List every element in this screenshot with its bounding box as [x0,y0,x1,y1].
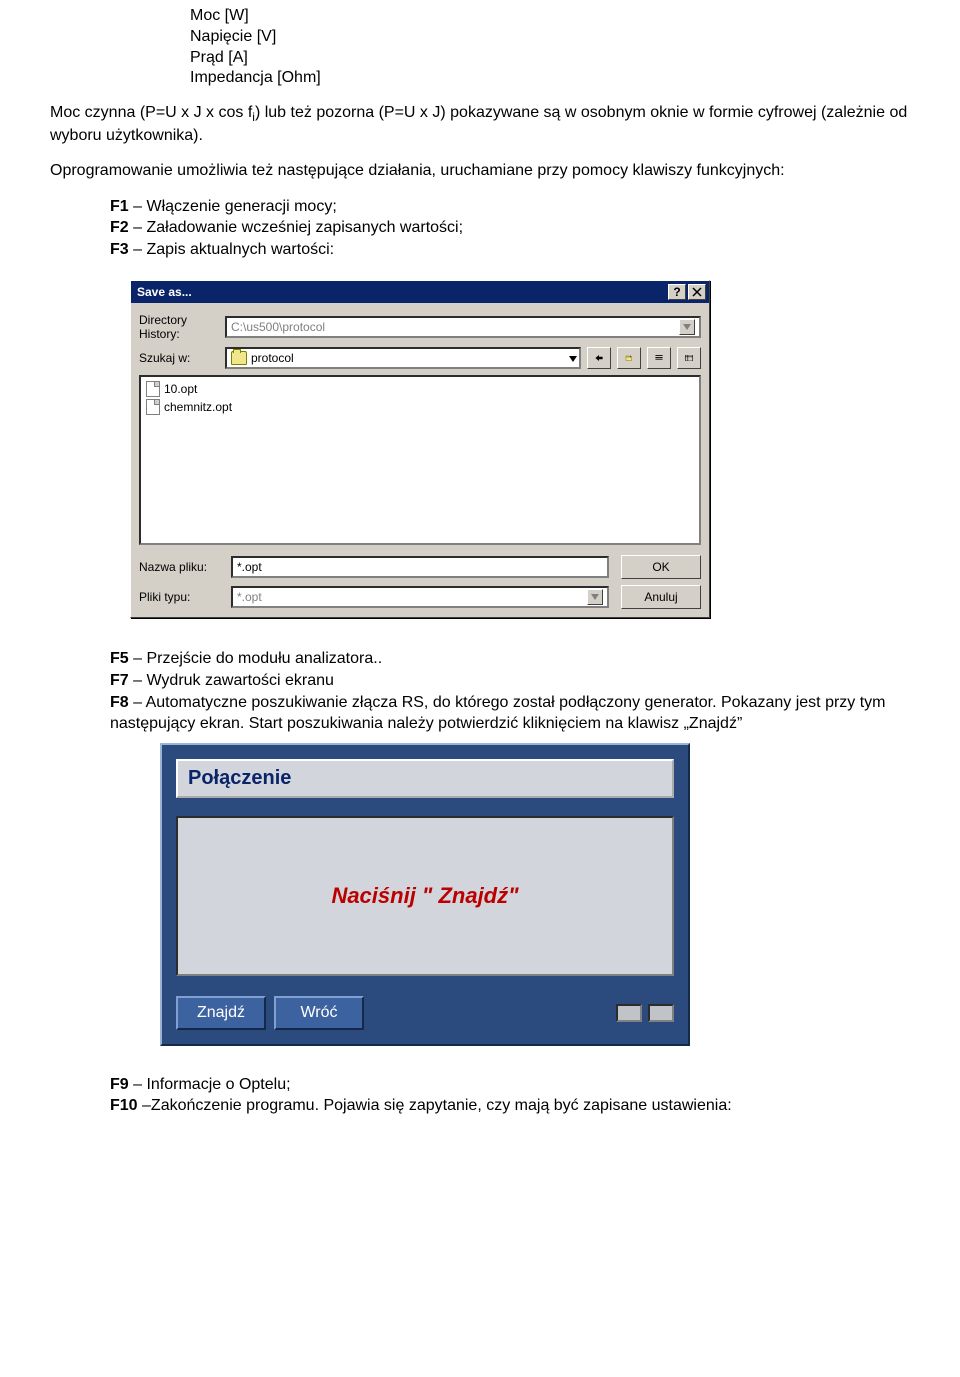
connection-message: Naciśnij " Znajdź" [176,816,674,976]
connection-dialog: Połączenie Naciśnij " Znajdź" Znajdź Wró… [160,743,690,1046]
list-item: Impedancja [Ohm] [190,68,910,89]
function-key-list-3: F9 – Informacje o Optelu; F10 –Zakończen… [110,1074,910,1117]
directory-history-label: Directory History: [139,313,219,341]
key-desc: – Załadowanie wcześniej zapisanych warto… [129,219,463,236]
filename-label: Nazwa pliku: [139,560,231,574]
f9-item: F9 – Informacje o Optelu; [110,1074,910,1096]
file-icon [146,399,160,415]
key-desc: – Informacje o Optelu; [129,1076,291,1093]
back-button[interactable]: Wróć [274,996,364,1030]
key-label: F10 [110,1097,138,1114]
help-button[interactable]: ? [668,284,686,300]
file-item[interactable]: chemnitz.opt [144,398,696,416]
file-name: 10.opt [164,382,197,396]
chevron-down-icon [569,351,577,365]
status-indicator [648,1004,674,1022]
list-icon [655,355,663,361]
close-icon [692,287,702,297]
file-name: chemnitz.opt [164,400,232,414]
view-list-button[interactable] [647,347,671,369]
input-value: *.opt [237,560,262,574]
combo-value: protocol [247,351,569,365]
arrow-left-icon [595,355,603,361]
function-key-list-1: F1 – Włączenie generacji mocy; F2 – Zała… [110,196,910,261]
connection-title: Połączenie [176,759,674,798]
directory-history-combo[interactable]: C:\us500\protocol [225,316,701,338]
f5-item: F5 – Przejście do modułu analizatora.. [110,648,910,670]
f1-item: F1 – Włączenie generacji mocy; [110,196,910,218]
up-one-level-button[interactable] [587,347,611,369]
list-item: Moc [W] [190,6,910,27]
cancel-button[interactable]: Anuluj [621,585,701,609]
filetype-label: Pliki typu: [139,590,231,604]
f2-item: F2 – Załadowanie wcześniej zapisanych wa… [110,217,910,239]
dialog-title: Save as... [137,285,192,299]
status-indicator [616,1004,642,1022]
key-label: F9 [110,1076,129,1093]
details-icon [685,355,693,361]
paragraph-power: Moc czynna (P=U x J x cos fi) lub też po… [50,103,910,147]
paragraph-intro: Oprogramowanie umożliwia też następujące… [50,161,910,182]
dialog-titlebar[interactable]: Save as... ? [131,281,709,303]
file-list[interactable]: 10.opt chemnitz.opt [139,375,701,545]
function-key-list-2: F5 – Przejście do modułu analizatora.. F… [110,648,910,734]
new-folder-icon [625,355,633,361]
f3-item: F3 – Zapis aktualnych wartości: [110,239,910,261]
list-item: Prąd [A] [190,48,910,69]
combo-value: C:\us500\protocol [231,320,677,334]
folder-icon [231,351,247,365]
key-desc: – Przejście do modułu analizatora.. [129,650,382,667]
key-label: F5 [110,650,129,667]
key-desc: – Automatyczne poszukiwanie złącza RS, d… [110,694,886,733]
view-details-button[interactable] [677,347,701,369]
key-desc: – Wydruk zawartości ekranu [129,672,334,689]
f10-item: F10 –Zakończenie programu. Pojawia się z… [110,1095,910,1117]
close-button[interactable] [688,284,706,300]
filename-input[interactable]: *.opt [231,556,609,578]
key-desc: – Włączenie generacji mocy; [129,198,337,215]
find-button[interactable]: Znajdź [176,996,266,1030]
ok-button[interactable]: OK [621,555,701,579]
look-in-combo[interactable]: protocol [225,347,581,369]
file-item[interactable]: 10.opt [144,380,696,398]
key-label: F2 [110,219,129,236]
key-desc: – Zapis aktualnych wartości: [129,241,334,258]
measurement-list: Moc [W] Napięcie [V] Prąd [A] Impedancja… [190,6,910,89]
combo-value: *.opt [237,590,585,604]
key-desc: –Zakończenie programu. Pojawia się zapyt… [138,1097,732,1114]
look-in-label: Szukaj w: [139,351,219,365]
text: Moc czynna (P=U x J x cos f [50,104,252,121]
key-label: F3 [110,241,129,258]
list-item: Napięcie [V] [190,27,910,48]
key-label: F7 [110,672,129,689]
filetype-combo[interactable]: *.opt [231,586,609,608]
chevron-down-icon [587,589,603,605]
key-label: F1 [110,198,129,215]
new-folder-button[interactable] [617,347,641,369]
f8-item: F8 – Automatyczne poszukiwanie złącza RS… [110,692,910,735]
save-as-dialog: Save as... ? Directory History: C:\us500… [130,280,710,618]
file-icon [146,381,160,397]
f7-item: F7 – Wydruk zawartości ekranu [110,670,910,692]
chevron-down-icon [679,319,695,335]
key-label: F8 [110,694,129,711]
